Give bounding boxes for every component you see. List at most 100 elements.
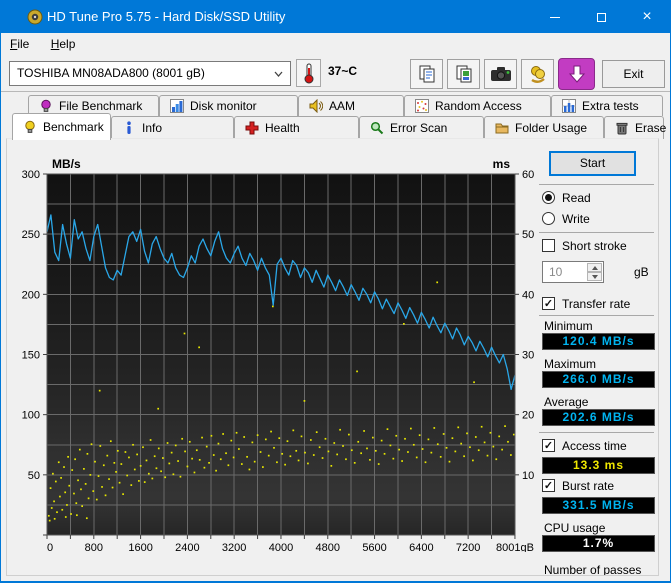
tab-extra-tests[interactable]: Extra tests	[551, 95, 663, 116]
separator	[539, 232, 654, 233]
maximize-button[interactable]	[578, 1, 624, 33]
close-button[interactable]: ×	[624, 1, 670, 33]
bar-chart-icon	[170, 99, 184, 113]
maximum-value: 266.0 MB/s	[542, 371, 655, 388]
thermometer-icon	[304, 63, 313, 84]
svg-text:1600: 1600	[128, 542, 152, 552]
menu-bar: File Help	[1, 33, 670, 55]
folder-icon	[495, 123, 509, 134]
write-label: Write	[562, 212, 590, 226]
health-cross-icon	[245, 121, 259, 135]
short-stroke-size-input[interactable]: 10	[542, 261, 604, 283]
spin-down-icon[interactable]	[587, 272, 602, 281]
magnifier-icon	[370, 121, 384, 135]
download-arrow-icon	[568, 65, 585, 83]
copy-text-icon	[419, 65, 434, 83]
donate-button[interactable]	[521, 59, 554, 89]
read-radio[interactable]	[542, 191, 555, 204]
grid-chart-icon	[562, 99, 576, 113]
burst-rate-value: 331.5 MB/s	[542, 497, 655, 514]
lamp-icon	[25, 120, 35, 133]
svg-text:4800: 4800	[316, 542, 340, 552]
copy-text-button[interactable]	[410, 59, 443, 89]
short-stroke-label: Short stroke	[562, 239, 627, 253]
exit-button[interactable]: Exit	[602, 60, 665, 88]
tab-erase[interactable]: Erase	[604, 116, 666, 139]
svg-text:MB/s: MB/s	[52, 157, 81, 171]
tab-error-scan[interactable]: Error Scan	[359, 116, 484, 139]
separator	[539, 432, 654, 433]
transfer-rate-label: Transfer rate	[562, 297, 631, 311]
burst-rate-label: Burst rate	[562, 479, 615, 493]
spinner-buttons[interactable]	[587, 263, 602, 281]
separator	[539, 184, 654, 185]
minimum-value: 120.4 MB/s	[542, 333, 655, 350]
copy-image-button[interactable]	[447, 59, 480, 89]
titlebar: HD Tune Pro 5.75 - Hard Disk/SSD Utility…	[1, 1, 670, 33]
menu-help[interactable]: Help	[42, 33, 85, 55]
start-button[interactable]: Start	[549, 151, 636, 176]
short-stroke-size-value: 10	[549, 265, 563, 279]
short-stroke-checkbox[interactable]	[542, 239, 555, 252]
minimize-icon	[550, 16, 560, 18]
svg-text:8001gB: 8001gB	[496, 542, 534, 552]
svg-text:5600: 5600	[362, 542, 386, 552]
menu-file[interactable]: File	[1, 33, 38, 55]
separator	[539, 315, 654, 316]
update-button[interactable]	[558, 58, 595, 90]
maximum-label: Maximum	[544, 357, 597, 371]
access-time-value: 13.3 ms	[542, 457, 655, 474]
app-icon	[27, 9, 43, 25]
svg-text:2400: 2400	[175, 542, 199, 552]
app-window: HD Tune Pro 5.75 - Hard Disk/SSD Utility…	[0, 0, 671, 583]
tab-disk-monitor[interactable]: Disk monitor	[159, 95, 298, 116]
svg-text:10: 10	[522, 470, 534, 482]
svg-text:20: 20	[522, 410, 534, 422]
chevron-down-icon	[274, 71, 283, 77]
panel-divider	[658, 152, 659, 479]
benchmark-page: 50 100 150 200 250 300 10 20 30 40 50 60 0 800 1600 240…	[6, 138, 659, 576]
copy-image-icon	[456, 65, 471, 83]
temperature-button[interactable]	[296, 59, 321, 87]
svg-text:300: 300	[22, 169, 40, 181]
maximize-icon	[596, 12, 606, 22]
close-icon: ×	[642, 8, 652, 25]
access-time-checkbox[interactable]: ✓	[542, 439, 555, 452]
speaker-icon	[309, 99, 323, 113]
drive-select[interactable]: TOSHIBA MN08ADA800 (8001 gB)	[9, 61, 291, 86]
screenshot-button[interactable]	[484, 59, 517, 89]
tab-aam[interactable]: AAM	[298, 95, 404, 116]
tab-random-access[interactable]: Random Access	[404, 95, 551, 116]
svg-text:40: 40	[522, 289, 534, 301]
passes-label: Number of passes	[544, 563, 642, 576]
minimum-label: Minimum	[544, 319, 593, 333]
burst-rate-checkbox[interactable]: ✓	[542, 479, 555, 492]
svg-text:800: 800	[85, 542, 103, 552]
drive-select-value: TOSHIBA MN08ADA800 (8001 gB)	[17, 66, 205, 80]
window-title: HD Tune Pro 5.75 - Hard Disk/SSD Utility	[47, 9, 286, 24]
average-label: Average	[544, 395, 589, 409]
svg-text:150: 150	[22, 350, 40, 362]
svg-text:ms: ms	[493, 157, 511, 171]
tab-benchmark[interactable]: Benchmark	[12, 113, 111, 140]
short-stroke-unit: gB	[634, 265, 649, 279]
write-radio[interactable]	[542, 212, 555, 225]
tab-info[interactable]: Info	[111, 116, 234, 139]
svg-text:60: 60	[522, 169, 534, 181]
temperature-value: 37~C	[328, 64, 358, 78]
dots-icon	[415, 99, 429, 113]
minimize-button[interactable]	[532, 1, 578, 33]
svg-text:50: 50	[28, 470, 40, 482]
tab-health[interactable]: Health	[234, 116, 359, 139]
svg-text:6400: 6400	[409, 542, 433, 552]
access-time-label: Access time	[562, 439, 627, 453]
spin-up-icon[interactable]	[587, 263, 602, 272]
toolbar: TOSHIBA MN08ADA800 (8001 gB) 37~C Exit	[1, 55, 670, 92]
benchmark-chart: 50 100 150 200 250 300 10 20 30 40 50 60 0 800 1600 240…	[10, 152, 570, 554]
info-icon	[127, 121, 131, 134]
tab-folder-usage[interactable]: Folder Usage	[484, 116, 604, 139]
svg-text:100: 100	[22, 410, 40, 422]
transfer-rate-checkbox[interactable]: ✓	[542, 297, 555, 310]
svg-text:250: 250	[22, 229, 40, 241]
camera-icon	[490, 67, 511, 81]
